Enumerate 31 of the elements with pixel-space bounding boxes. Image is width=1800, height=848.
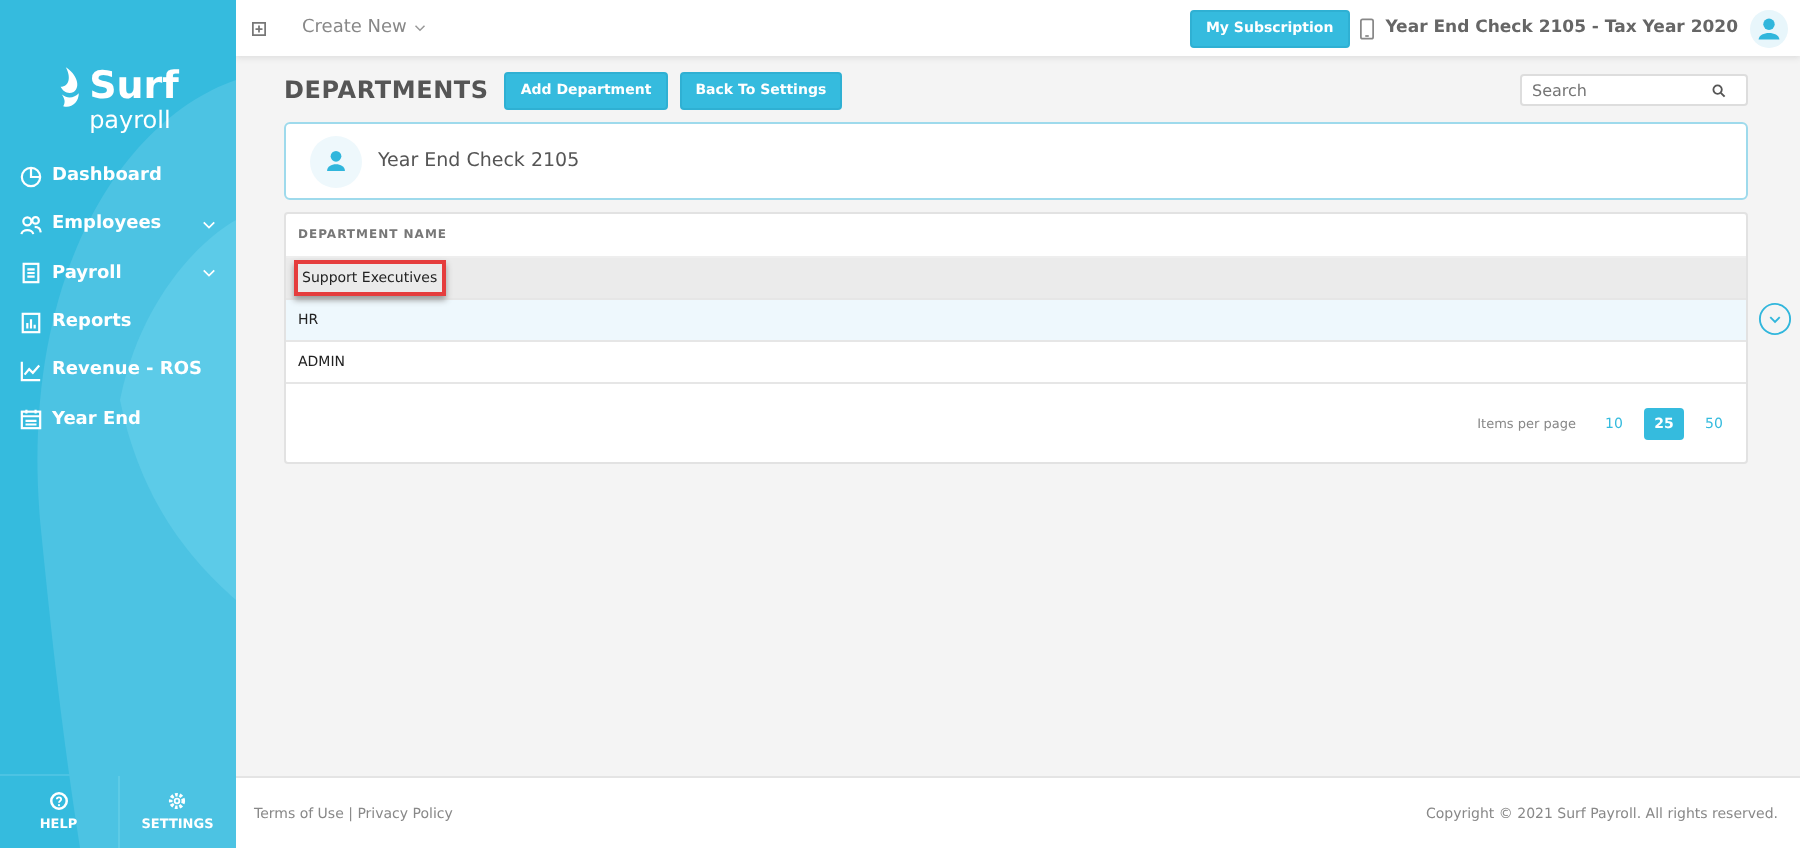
calendar-icon [20, 408, 42, 431]
settings-icon [168, 792, 187, 810]
chevron-down-icon [202, 268, 216, 279]
people-icon [20, 213, 42, 236]
chevron-down-circle-icon[interactable] [1758, 302, 1792, 336]
sidebar-item[interactable]: Year End [0, 394, 236, 444]
tablet-icon [1359, 17, 1374, 39]
search-field[interactable]: Search [1520, 74, 1748, 106]
page-title: DEPARTMENTS [284, 76, 489, 104]
company-name: Year End Check 2105 - Tax Year 2020 [1385, 18, 1738, 38]
chevron-down-icon [202, 219, 216, 230]
sidebar-item[interactable]: Reports [0, 297, 236, 347]
caret-icon [414, 24, 427, 32]
report-icon [20, 311, 42, 334]
document-icon [20, 262, 42, 285]
help-icon [49, 792, 68, 810]
avatar-icon[interactable] [1750, 9, 1788, 47]
sidebar-item[interactable]: Employees [0, 200, 236, 250]
sidebar-item[interactable]: Payroll [0, 249, 236, 298]
sidebar-item[interactable]: Revenue - ROS [0, 346, 236, 395]
company-title: Year End Check 2105 [378, 150, 580, 172]
search-icon [1712, 83, 1726, 97]
user-icon [310, 135, 362, 187]
create-new-dropdown[interactable]: Create New [302, 18, 427, 38]
line-chart-icon [20, 359, 42, 382]
sidebar-toggle-icon[interactable] [252, 21, 266, 35]
brand-name: Surf [89, 68, 179, 106]
sidebar-item[interactable]: Dashboard [0, 152, 236, 201]
pie-chart-icon [20, 165, 42, 188]
wave-logo-icon [57, 64, 84, 112]
brand-subtitle: payroll [89, 108, 173, 132]
